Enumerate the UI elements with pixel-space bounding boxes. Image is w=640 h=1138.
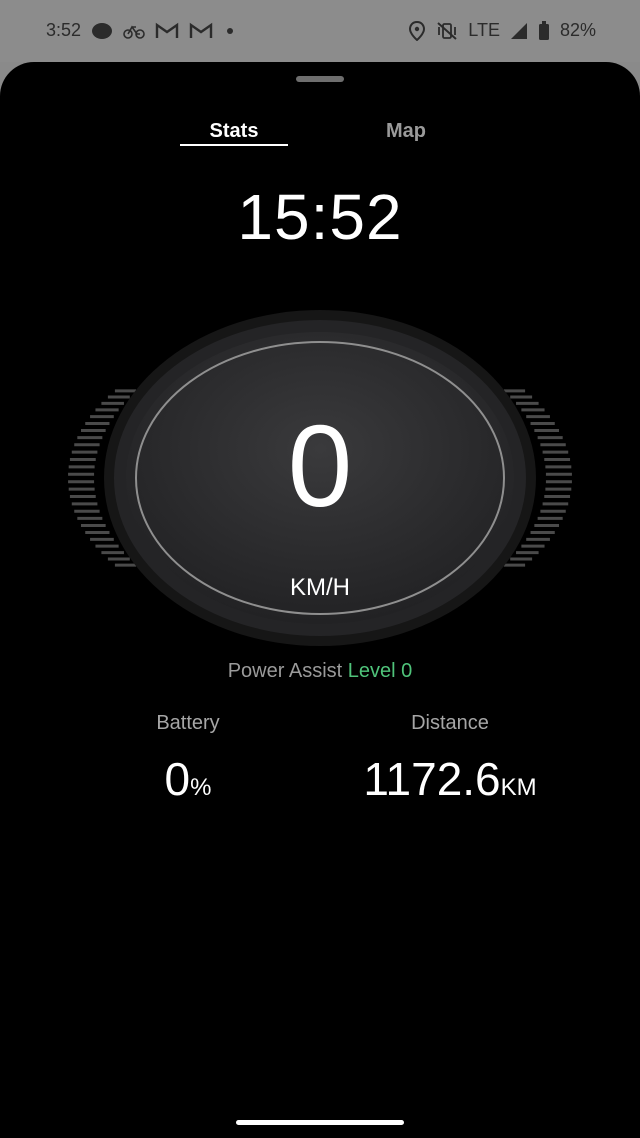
signal-icon [510, 22, 528, 40]
speed-value: 0 [287, 401, 353, 531]
battery-unit: % [190, 774, 212, 801]
battery-icon [538, 20, 550, 41]
ride-clock: 15:52 [237, 181, 403, 253]
vibrate-off-icon [436, 21, 458, 41]
drag-handle[interactable] [296, 76, 344, 82]
home-indicator[interactable] [236, 1120, 404, 1125]
tab-map[interactable]: Map [352, 120, 460, 143]
distance-value: 1172.6 [363, 753, 501, 805]
gmail-icon [155, 22, 179, 40]
dot-icon [91, 22, 113, 40]
active-tab-indicator [180, 144, 288, 146]
power-assist-level: Level 0 [347, 660, 413, 682]
status-right: LTE 82% [408, 20, 596, 41]
status-left: 3:52 [46, 20, 237, 41]
battery-percent: 82% [559, 20, 596, 40]
small-dot-icon [223, 22, 237, 40]
battery-stat: 0% [108, 752, 268, 806]
tab-stats[interactable]: Stats [180, 120, 288, 143]
battery-label: Battery [156, 712, 220, 734]
distance-unit: KM [500, 774, 537, 801]
bottom-sheet: Stats Map 15:52 0 KM/H Power Assist Leve… [0, 62, 640, 1138]
status-time: 3:52 [46, 20, 82, 40]
bicycle-icon [123, 22, 145, 40]
distance-stat: 1172.6KM [330, 752, 570, 806]
distance-label: Distance [411, 712, 489, 734]
speed-unit: KM/H [290, 574, 350, 601]
network-type: LTE [468, 20, 500, 40]
location-icon [408, 20, 426, 41]
power-assist-label: Power Assist [227, 660, 343, 682]
battery-value: 0 [164, 753, 191, 805]
status-bar: 3:52 LTE 82% [0, 0, 640, 62]
gmail-icon [189, 22, 213, 40]
power-assist: Power Assist Level 0 [0, 660, 640, 683]
